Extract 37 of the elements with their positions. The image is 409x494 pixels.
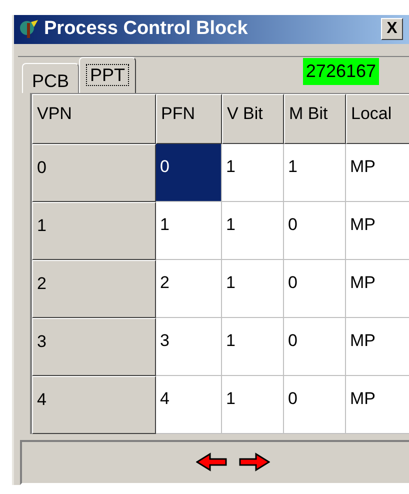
table-cell: MP [346,144,409,202]
row-header[interactable]: 4 [32,376,156,434]
table-cell: 0 [156,144,222,202]
row-header[interactable]: 2 [32,260,156,318]
right-arrow-icon[interactable] [238,452,270,472]
row-header[interactable]: 3 [32,318,156,376]
table-cell: MP [346,318,409,376]
table-cell: 2 [156,260,222,318]
table-cell: 0 [284,318,346,376]
table-cell: 0 [284,260,346,318]
column-header[interactable]: PFN [156,94,222,144]
table-cell: 1 [222,376,284,434]
row-header[interactable]: 0 [32,144,156,202]
table-cell: 3 [156,318,222,376]
table-cell: 4 [156,376,222,434]
table-cell: 1 [222,318,284,376]
tab[interactable]: PPT [79,56,136,92]
table-cell: MP [346,260,409,318]
table-cell: 1 [222,202,284,260]
table-cell: 1 [222,260,284,318]
column-header[interactable]: VPN [32,94,156,144]
table-cell: MP [346,202,409,260]
close-button[interactable]: X [381,18,403,40]
table-cell: 1 [222,144,284,202]
counter-display: 2726167 [302,58,379,84]
table-cell: 0 [284,202,346,260]
table-cell: MP [346,376,409,434]
left-arrow-icon[interactable] [196,452,228,472]
table-cell: 1 [156,202,222,260]
app-icon [18,18,40,40]
column-header[interactable]: M Bit [284,94,346,144]
table-cell: 1 [284,144,346,202]
row-header[interactable]: 1 [32,202,156,260]
tab[interactable]: PCB [22,62,80,92]
column-header[interactable]: V Bit [222,94,284,144]
table-cell: 0 [284,376,346,434]
window-title: Process Control Block [44,17,248,41]
